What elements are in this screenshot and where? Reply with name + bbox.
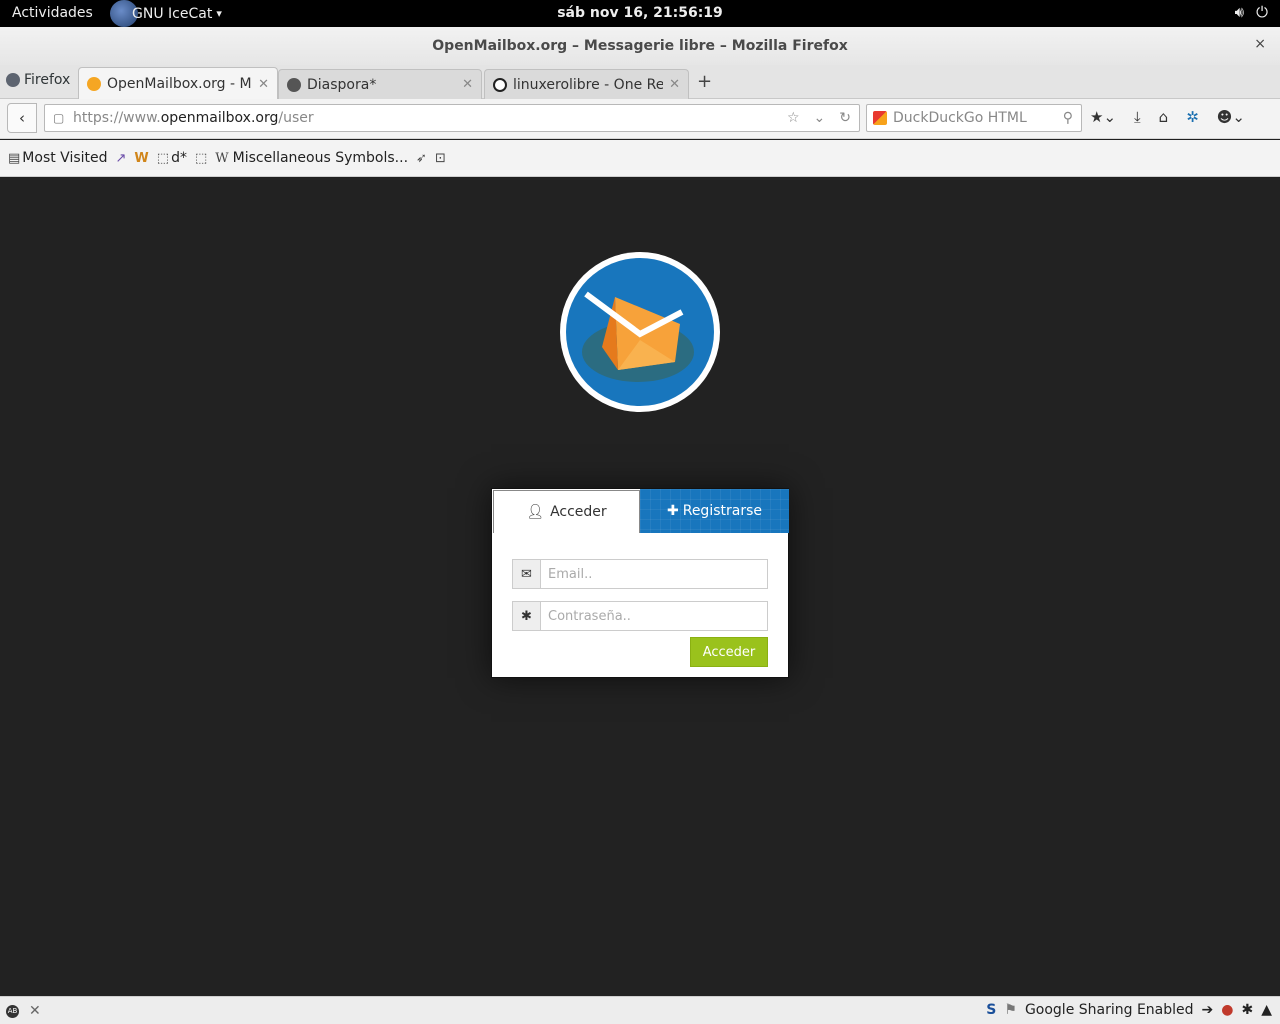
window-titlebar: OpenMailbox.org – Messagerie libre – Moz… — [0, 27, 1280, 65]
bookmark-tool-icon[interactable]: ➶ — [416, 151, 427, 166]
firefox-menu-button[interactable]: Firefox — [6, 72, 70, 88]
folder-icon: ▤ — [8, 150, 21, 166]
plus-icon: ✚ — [666, 503, 679, 519]
app-name: GNU IceCat — [132, 5, 213, 22]
chevron-down-icon: ▾ — [216, 7, 222, 20]
email-field-group: ✉ — [512, 559, 768, 589]
downloads-icon[interactable]: ⤓ — [1134, 108, 1141, 126]
openmailbox-favicon-icon — [87, 77, 101, 91]
bookmark-misc-symbols[interactable]: Miscellaneous Symbols... — [233, 150, 408, 166]
home-icon[interactable]: ⌂ — [1159, 108, 1169, 126]
window-title: OpenMailbox.org – Messagerie libre – Moz… — [432, 38, 848, 54]
close-addon-bar-icon[interactable]: ✕ — [29, 1003, 41, 1019]
blank-page-icon[interactable]: ⬚ — [195, 151, 207, 166]
wr-bookmark-icon[interactable]: W — [134, 151, 148, 166]
flag-icon[interactable]: ⚑ — [1004, 1002, 1017, 1018]
login-submit-button[interactable]: Acceder — [690, 637, 768, 667]
bookmark-most-visited[interactable]: Most Visited — [22, 150, 107, 166]
power-icon[interactable]: ⏻ — [1256, 3, 1268, 21]
tab-bar: Firefox OpenMailbox.org - M... ✕ Diaspor… — [0, 65, 1280, 100]
openmailbox-logo — [560, 252, 720, 412]
blank-page-icon: ⬚ — [156, 150, 170, 166]
close-tab-icon[interactable]: ✕ — [258, 77, 269, 92]
envelope-icon: ✉ — [513, 560, 541, 588]
close-window-button[interactable]: × — [1254, 36, 1266, 52]
identity-icon[interactable]: ▢ — [53, 105, 64, 131]
url-prefix: https://www. — [73, 110, 161, 126]
wikipedia-icon: W — [215, 150, 229, 166]
asterisk-icon: ✱ — [513, 602, 541, 630]
linuxerolibre-favicon-icon — [493, 77, 507, 92]
app-menu[interactable]: GNU IceCat ▾ — [110, 0, 222, 27]
close-tab-icon[interactable]: ✕ — [669, 77, 680, 92]
back-button[interactable]: ‹ — [7, 103, 37, 133]
user-icon: 👤︎ — [526, 504, 545, 520]
tab-linuxerolibre[interactable]: linuxerolibre - One Re... ✕ — [484, 69, 689, 99]
system-tray[interactable]: 🔊︎ ⏻ — [1235, 3, 1268, 21]
arrow-circle-icon[interactable]: ➔ — [1202, 1002, 1214, 1018]
google-sharing-status[interactable]: Google Sharing Enabled — [1025, 1002, 1194, 1018]
activities-button[interactable]: Actividades — [12, 5, 93, 21]
firefox-icon — [6, 73, 20, 87]
addon-mask-icon[interactable]: ☻⌄ — [1217, 108, 1245, 126]
bookmark-framed-icon[interactable]: ⊡ — [435, 151, 446, 166]
url-host: openmailbox.org — [160, 110, 279, 126]
tab-register-label: Registrarse — [682, 503, 762, 519]
toolbar-icons: ★⌄ ⤓ ⌂ ✲ ☻⌄ — [1090, 108, 1245, 126]
url-bar-icons: ☆ ⌄ ↻ — [787, 105, 851, 131]
red-addon-icon[interactable]: ● — [1221, 1002, 1233, 1018]
star-addon-icon[interactable]: ✱ — [1241, 1002, 1253, 1018]
firefox-menu-label: Firefox — [24, 72, 71, 88]
tab-openmailbox[interactable]: OpenMailbox.org - M... ✕ — [78, 67, 278, 100]
envelope-logo-icon — [566, 258, 714, 406]
status-bar: AB ✕ S ⚑ Google Sharing Enabled ➔ ● ✱ ▲ — [0, 996, 1280, 1024]
password-field[interactable] — [541, 602, 767, 630]
status-right: S ⚑ Google Sharing Enabled ➔ ● ✱ ▲ — [986, 1002, 1272, 1018]
s-addon-icon[interactable]: S — [986, 1002, 996, 1018]
reload-icon[interactable]: ↻ — [839, 105, 851, 131]
tab-login-label: Acceder — [550, 504, 607, 520]
search-bar[interactable]: DuckDuckGo HTML ⚲ — [866, 104, 1082, 132]
page-content: 👤︎ Acceder ✚ Registrarse ✉ ✱ Acceder — [0, 178, 1280, 996]
addon-network-icon[interactable]: ✲ — [1186, 108, 1199, 126]
tab-label: OpenMailbox.org - M... — [107, 76, 253, 92]
tab-diaspora[interactable]: Diaspora* ✕ — [278, 69, 482, 99]
volume-icon[interactable]: 🔊︎ — [1235, 3, 1244, 21]
url-bar[interactable]: ▢ https://www.openmailbox.org/user ☆ ⌄ ↻ — [44, 104, 860, 132]
pointer-addon-icon[interactable]: ▲ — [1261, 1002, 1272, 1018]
bookmarks-toolbar: ▤ Most Visited ↗ W ⬚ d* ⬚ W Miscellaneou… — [0, 140, 1280, 177]
search-icon[interactable]: ⚲ — [1063, 105, 1073, 131]
tab-register[interactable]: ✚ Registrarse — [640, 489, 789, 533]
bookmark-star-icon[interactable]: ☆ — [787, 105, 800, 131]
close-tab-icon[interactable]: ✕ — [462, 77, 473, 92]
url-path: /user — [278, 110, 314, 126]
search-placeholder: DuckDuckGo HTML — [893, 110, 1027, 126]
status-left: AB ✕ — [6, 1003, 41, 1019]
bookmarks-menu-icon[interactable]: ★⌄ — [1090, 108, 1116, 126]
bookmarklet-icon[interactable]: ↗ — [116, 151, 127, 166]
new-tab-button[interactable]: + — [697, 71, 712, 92]
tab-login[interactable]: 👤︎ Acceder — [493, 490, 640, 533]
bookmark-diaspora[interactable]: d* — [171, 150, 187, 166]
login-panel: 👤︎ Acceder ✚ Registrarse ✉ ✱ Acceder — [491, 488, 789, 678]
password-field-group: ✱ — [512, 601, 768, 631]
email-field[interactable] — [541, 560, 767, 588]
adblock-icon[interactable]: AB — [6, 1004, 19, 1018]
system-top-bar: Actividades GNU IceCat ▾ sáb nov 16, 21:… — [0, 0, 1280, 27]
back-arrow-icon: ‹ — [19, 109, 25, 127]
tab-label: Diaspora* — [307, 76, 377, 93]
navigation-toolbar: ‹ ▢ https://www.openmailbox.org/user ☆ ⌄… — [0, 99, 1280, 139]
history-dropdown-icon[interactable]: ⌄ — [814, 105, 826, 131]
diaspora-favicon-icon — [287, 77, 301, 92]
tab-label: linuxerolibre - One Re... — [513, 76, 664, 93]
duckduckgo-engine-icon[interactable] — [873, 111, 887, 125]
